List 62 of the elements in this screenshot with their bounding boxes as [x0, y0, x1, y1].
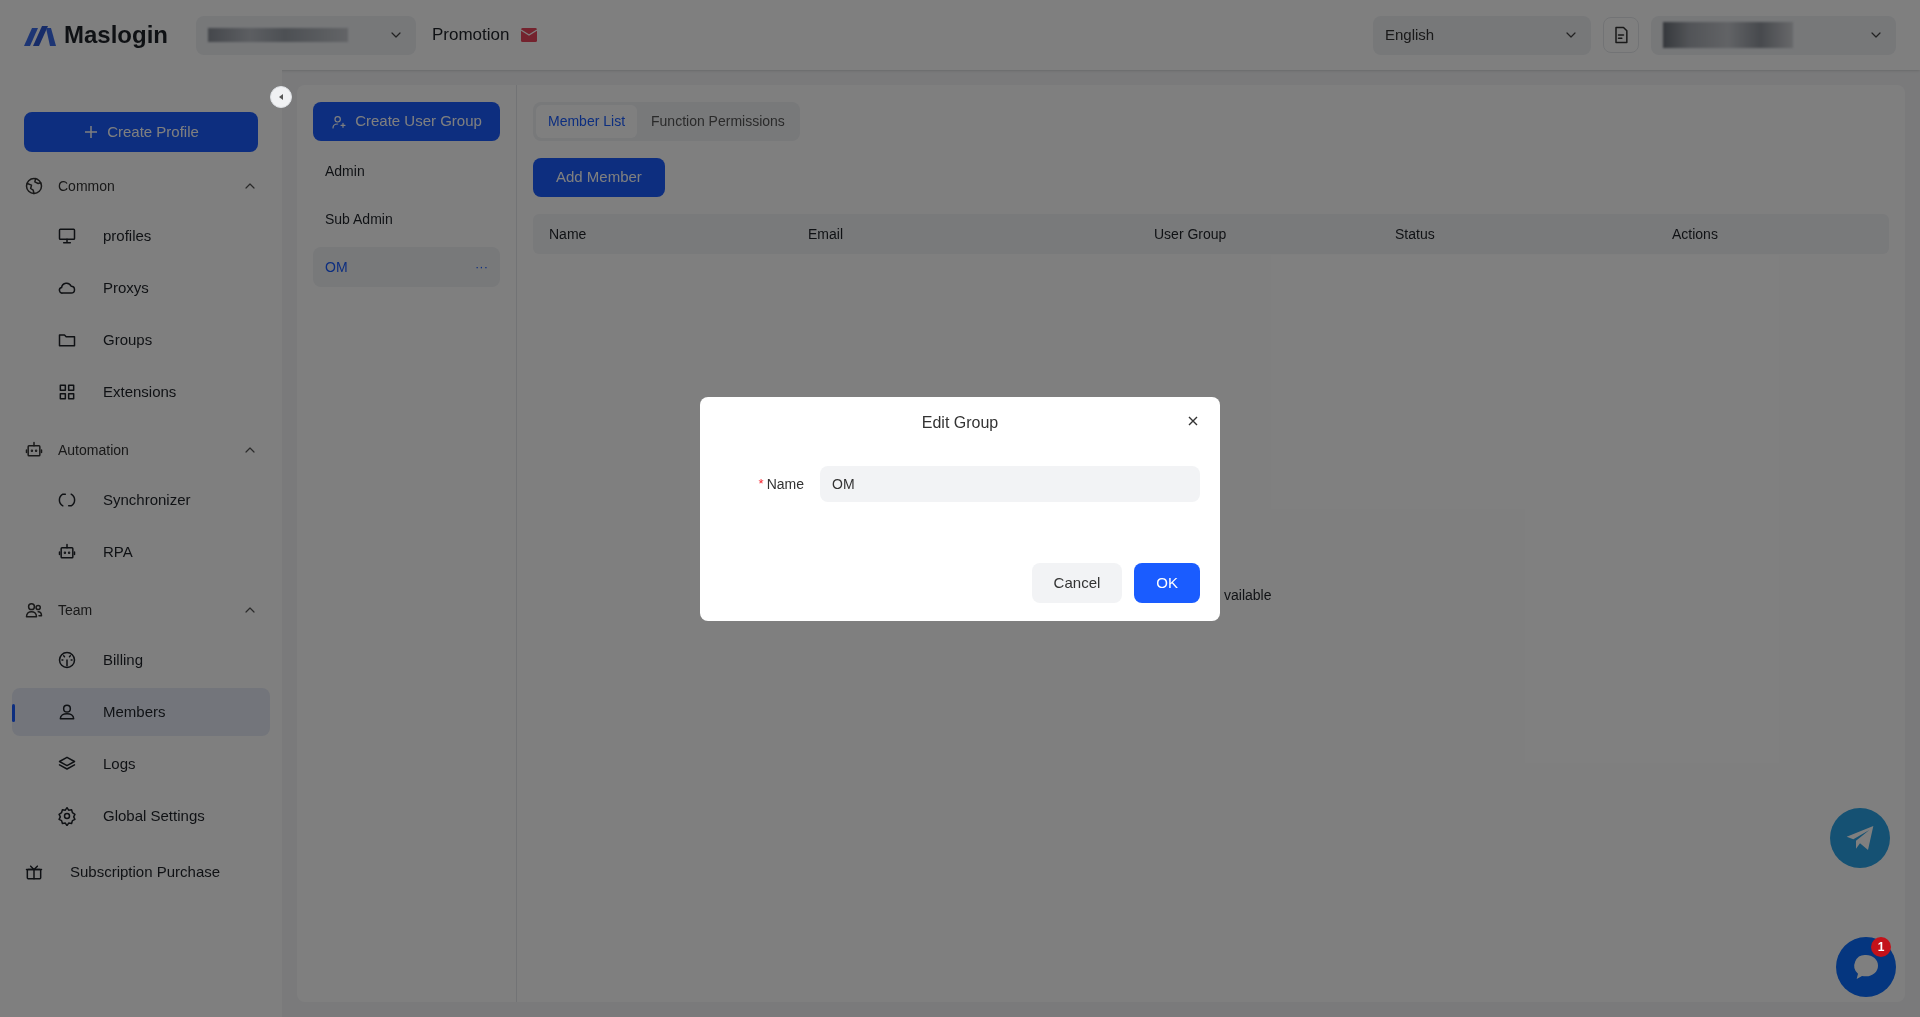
promotion-link[interactable]: Promotion: [432, 22, 510, 48]
group-name: Sub Admin: [325, 209, 393, 229]
nav-item[interactable]: Global Settings: [12, 792, 270, 840]
plus-icon: [83, 124, 100, 140]
logo-icon: [24, 24, 56, 46]
robot-icon: [24, 440, 44, 460]
grid-icon: [57, 382, 77, 402]
ok-button[interactable]: OK: [1134, 563, 1200, 603]
sync-icon: [57, 490, 77, 510]
group-name: Admin: [325, 161, 365, 181]
robot-icon: [57, 542, 77, 562]
nav-item[interactable]: RPA: [12, 528, 270, 576]
gauge-icon: [57, 650, 77, 670]
dialog-title: Edit Group: [921, 413, 999, 433]
nav-item[interactable]: Proxys: [12, 264, 270, 312]
workspace-select[interactable]: [196, 15, 416, 55]
users-icon: [24, 600, 44, 620]
account-select[interactable]: [1651, 15, 1896, 55]
logo-text: Maslogin: [64, 20, 168, 50]
field-label: Name: [766, 474, 804, 494]
nav-item[interactable]: Subscription Purchase: [12, 848, 270, 896]
nav-item[interactable]: Synchronizer: [12, 476, 270, 524]
globe-icon: [24, 176, 44, 196]
envelope-icon: [521, 27, 538, 43]
nav-section-header[interactable]: Team: [12, 588, 270, 632]
group-name: OM: [325, 257, 348, 277]
name-input[interactable]: OM: [820, 466, 1200, 502]
column-header: Actions: [1672, 224, 1719, 244]
create-user-group-button[interactable]: Create User Group: [313, 102, 500, 141]
required-mark: *: [758, 475, 764, 494]
caret-left-icon: [277, 93, 285, 101]
settings-icon: [57, 806, 77, 826]
empty-state-text: vailable: [1224, 586, 1272, 605]
nav-item[interactable]: Logs: [12, 740, 270, 788]
language-select[interactable]: English: [1373, 15, 1591, 55]
more-button[interactable]: ···: [475, 257, 488, 277]
nav-item[interactable]: profiles: [12, 212, 270, 260]
document-button[interactable]: [1603, 17, 1639, 53]
create-profile-button[interactable]: Create Profile: [24, 112, 258, 152]
user-plus-icon: [331, 113, 348, 130]
gift-icon: [24, 862, 44, 882]
column-header: Name: [549, 224, 588, 244]
nav-item[interactable]: Extensions: [12, 368, 270, 416]
group-item[interactable]: Sub Admin: [313, 199, 500, 239]
column-header: Email: [808, 224, 844, 244]
nav-section-header[interactable]: Automation: [12, 428, 270, 472]
monitor-icon: [57, 226, 77, 246]
column-header: Status: [1395, 224, 1436, 244]
cancel-button[interactable]: Cancel: [1031, 563, 1123, 603]
add-member-button[interactable]: Add Member: [533, 158, 665, 197]
close-button[interactable]: [1186, 414, 1200, 428]
nav-item[interactable]: Members: [12, 688, 270, 736]
group-item[interactable]: OM ···: [313, 247, 500, 287]
column-header: User Group: [1154, 224, 1228, 244]
tab[interactable]: Member List: [536, 105, 638, 138]
group-item[interactable]: Admin: [313, 151, 500, 191]
collapse-button[interactable]: [270, 86, 292, 108]
user-icon: [57, 702, 77, 722]
nav-section-header[interactable]: Common: [12, 164, 270, 208]
nav-item[interactable]: Groups: [12, 316, 270, 364]
nav-item[interactable]: Billing: [12, 636, 270, 684]
tab[interactable]: Function Permissions: [639, 105, 797, 138]
